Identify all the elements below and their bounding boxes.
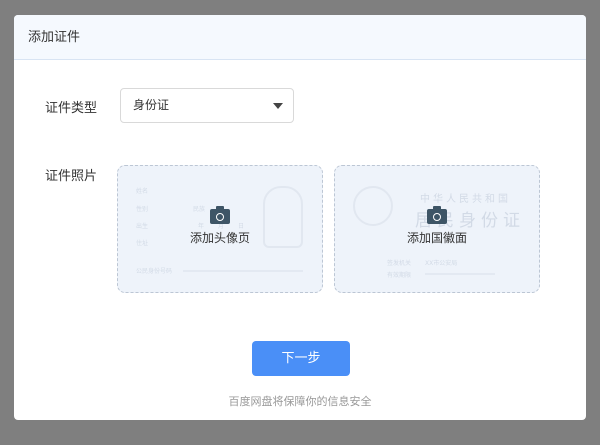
selected-value: 身份证: [133, 98, 170, 112]
add-certificate-dialog: 添加证件 证件类型 身份证 证件照片 姓名 性别 民族 出生 年 月 日 住址 …: [14, 15, 586, 420]
faint-line: [183, 270, 303, 272]
add-back-photo-button[interactable]: 中华人民共和国 居民身份证 签发机关 XX市公安局 有效期限 添加国徽面: [334, 165, 540, 293]
faint-field: 性别: [136, 206, 149, 213]
certificate-type-select[interactable]: 身份证: [120, 88, 294, 123]
photo-label: 证件照片: [45, 169, 98, 184]
camera-icon: [210, 206, 230, 224]
faint-field: XX市公安局: [425, 260, 458, 267]
front-label: 添加头像页: [189, 231, 250, 245]
next-button[interactable]: 下一步: [252, 341, 350, 376]
security-note: 百度网盘将保障你的信息安全: [228, 395, 372, 408]
camera-icon: [427, 206, 447, 224]
faint-field: 签发机关: [387, 260, 412, 267]
faint-field: 有效期限: [387, 272, 412, 279]
national-emblem-icon: [353, 186, 393, 226]
faint-title: 中华人民共和国: [420, 194, 511, 205]
faint-line: [425, 273, 495, 275]
type-label: 证件类型: [45, 101, 98, 116]
back-label: 添加国徽面: [406, 231, 467, 245]
add-front-photo-button[interactable]: 姓名 性别 民族 出生 年 月 日 住址 公民身份号码 添加头像页: [117, 165, 323, 293]
dialog-title: 添加证件: [14, 15, 586, 60]
faint-field: 民族: [193, 206, 206, 213]
faint-field: 姓名: [136, 188, 149, 195]
faint-field: 公民身份号码: [136, 268, 173, 275]
chevron-down-icon: [273, 103, 283, 109]
